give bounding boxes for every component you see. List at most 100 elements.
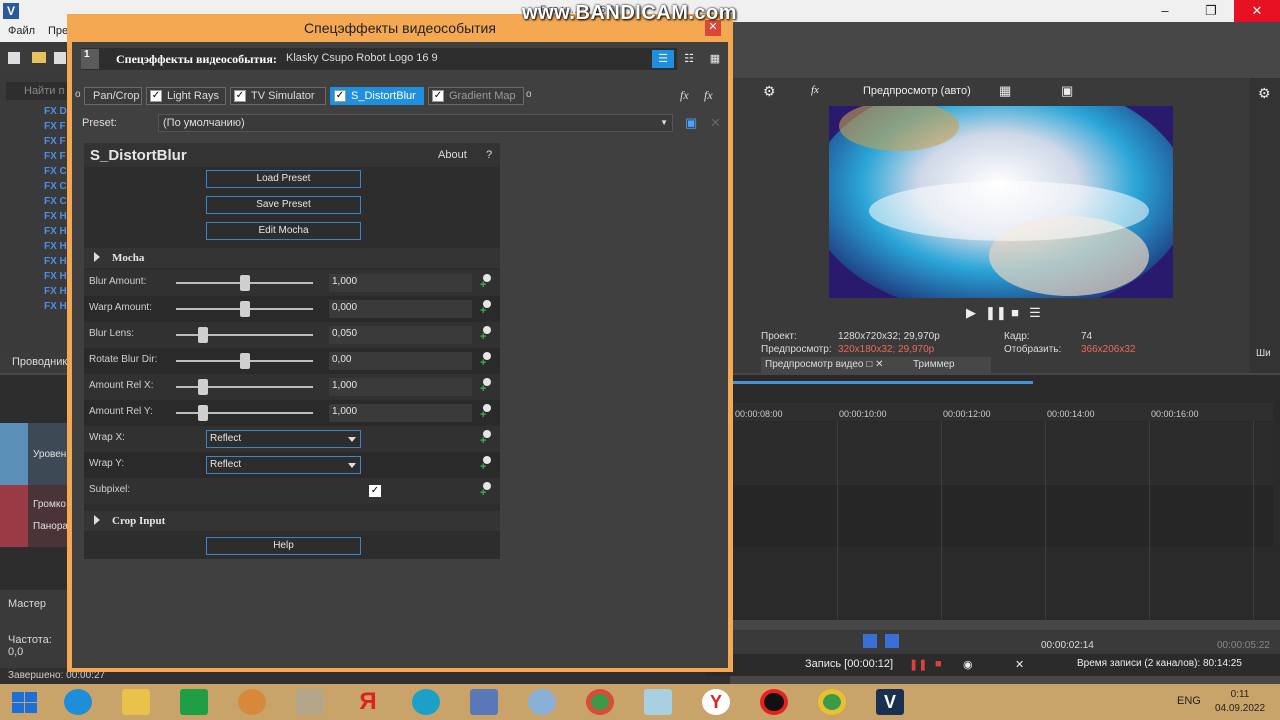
section-mocha[interactable]: Mocha <box>84 248 500 268</box>
load-preset-button[interactable]: Load Preset <box>206 170 361 188</box>
windows-start-icon[interactable] <box>12 692 38 714</box>
chain-item-tv-simulator[interactable]: ✓ TV Simulator <box>230 87 326 105</box>
close-window-button[interactable]: ✕ <box>1234 0 1280 22</box>
paint-palette-icon[interactable] <box>528 689 556 715</box>
slider-thumb[interactable] <box>198 327 209 343</box>
keyframe-icon[interactable]: + <box>480 352 494 369</box>
keyframe-icon[interactable]: + <box>480 404 494 421</box>
preset-select[interactable]: (По умолчанию) ▼ <box>158 114 673 132</box>
language-indicator[interactable]: ENG <box>1177 695 1201 707</box>
fx-item[interactable]: FX H <box>44 226 68 241</box>
fx-item[interactable]: FX C <box>44 196 68 211</box>
slider-thumb[interactable] <box>198 405 209 421</box>
fx-item[interactable]: FX H <box>44 301 68 316</box>
stop-button[interactable]: ■ <box>1007 306 1023 320</box>
help-button[interactable]: Help <box>206 537 361 555</box>
timeline-ruler[interactable]: 00:00:08:00 00:00:10:00 00:00:12:00 00:0… <box>733 403 1273 421</box>
wrap-y-select[interactable]: Reflect <box>206 456 361 474</box>
save-preset-button[interactable]: Save Preset <box>206 196 361 214</box>
fx-item[interactable]: FX H <box>44 241 68 256</box>
camera-icon[interactable]: ◉ <box>963 658 973 671</box>
fx-item[interactable]: FX F <box>44 151 68 166</box>
fx-item[interactable]: FX F <box>44 136 68 151</box>
chain-start-handle[interactable]: o <box>75 89 81 100</box>
blur-lens-slider[interactable] <box>176 334 313 336</box>
paint-icon[interactable] <box>238 689 266 715</box>
vegas-pro-icon[interactable]: V <box>876 689 904 715</box>
preview-mode-select[interactable]: Предпросмотр (авто) <box>863 85 971 97</box>
yandex-browser-icon[interactable]: Я <box>354 689 382 715</box>
keyframe-icon[interactable]: + <box>480 378 494 395</box>
fx-icon[interactable]: fx <box>811 84 819 96</box>
menu-file[interactable]: Файл <box>8 25 35 37</box>
app-icon[interactable] <box>296 689 324 715</box>
menu-preview[interactable]: Пре <box>48 25 68 37</box>
video-track-lane[interactable] <box>733 423 1273 485</box>
rotate-blur-dir-value-field[interactable]: 0,00 <box>329 352 472 370</box>
fx-item[interactable]: FX H <box>44 286 68 301</box>
close-icon[interactable]: ✕ <box>1015 658 1024 671</box>
settings-gear-icon[interactable]: ⚙ <box>763 83 776 100</box>
subpixel-checkbox[interactable]: ✓ <box>369 485 381 497</box>
fx-item[interactable]: FX D <box>44 106 68 121</box>
chain-item-light-rays[interactable]: ✓ Light Rays <box>146 87 226 105</box>
yandex-icon[interactable]: Y <box>702 689 730 715</box>
loop-region[interactable] <box>733 381 1033 384</box>
wrap-x-select[interactable]: Reflect <box>206 430 361 448</box>
keyframe-icon[interactable]: + <box>480 274 494 291</box>
maximize-button[interactable]: ❐ <box>1188 0 1234 22</box>
enable-checkbox[interactable]: ✓ <box>334 90 346 102</box>
tab-explorer[interactable]: Проводник <box>0 353 68 373</box>
fx-item[interactable]: FX C <box>44 181 68 196</box>
edit-mocha-button[interactable]: Edit Mocha <box>206 222 361 240</box>
chain-item-pan-crop[interactable]: Pan/Crop <box>84 87 142 105</box>
audio-track-lane[interactable] <box>733 485 1273 547</box>
enable-checkbox[interactable]: ✓ <box>234 90 246 102</box>
amount-rel-x-slider[interactable] <box>176 386 313 388</box>
app-icon[interactable] <box>470 689 498 715</box>
slider-thumb[interactable] <box>239 353 250 369</box>
auto-ripple-icon[interactable] <box>885 634 899 648</box>
warp-amount-value-field[interactable]: 0,000 <box>329 300 472 318</box>
fx-item[interactable]: FX F <box>44 121 68 136</box>
gear-icon[interactable]: ⚙ <box>1258 85 1271 102</box>
pause-record-button[interactable]: ❚❚ <box>909 658 927 671</box>
slider-thumb[interactable] <box>239 275 250 291</box>
fx-chain-icon[interactable]: fx <box>680 88 689 103</box>
open-folder-icon[interactable] <box>32 52 46 63</box>
save-preset-icon[interactable]: ▣ <box>685 115 697 131</box>
blur-amount-value-field[interactable]: 1,000 <box>329 274 472 292</box>
chrome-icon[interactable] <box>818 689 846 715</box>
chain-item-s-distortblur[interactable]: ✓ S_DistortBlur <box>330 87 424 105</box>
store-icon[interactable] <box>180 689 208 715</box>
amount-rel-y-value-field[interactable]: 1,000 <box>329 404 472 422</box>
chain-item-gradient-map[interactable]: ✓ Gradient Map <box>428 87 524 105</box>
minimize-button[interactable]: – <box>1142 0 1188 22</box>
keyframe-icon[interactable]: + <box>480 456 494 473</box>
stop-record-button[interactable]: ■ <box>935 658 942 670</box>
blur-lens-value-field[interactable]: 0,050 <box>329 326 472 344</box>
edge-icon[interactable] <box>412 689 440 715</box>
save-snapshot-icon[interactable]: ▣ <box>1061 83 1073 99</box>
file-explorer-icon[interactable] <box>122 689 150 715</box>
grid-view-button[interactable]: ▦ <box>704 50 726 68</box>
overlay-grid-icon[interactable]: ▦ <box>999 83 1011 99</box>
audio-track-header[interactable]: Громко Панора <box>0 485 68 547</box>
amount-rel-x-value-field[interactable]: 1,000 <box>329 378 472 396</box>
tab-video-preview[interactable]: Предпросмотр видео □ ✕ <box>761 357 991 373</box>
app-icon[interactable] <box>644 689 672 715</box>
about-link[interactable]: About <box>438 149 467 161</box>
menu-icon[interactable]: ☰ <box>1027 306 1043 320</box>
keyframe-icon[interactable]: + <box>480 326 494 343</box>
keyframe-icon[interactable]: + <box>480 430 494 447</box>
keyframe-icon[interactable]: + <box>480 482 494 499</box>
slider-thumb[interactable] <box>198 379 209 395</box>
help-question-button[interactable]: ? <box>486 149 492 161</box>
amount-rel-y-slider[interactable] <box>176 412 313 414</box>
section-crop-input[interactable]: Crop Input <box>84 511 500 531</box>
tab-trimmer[interactable]: Триммер <box>913 359 955 370</box>
fx-item[interactable]: FX H <box>44 211 68 226</box>
chrome-icon[interactable] <box>586 689 614 715</box>
enable-checkbox[interactable]: ✓ <box>150 90 162 102</box>
keyframe-icon[interactable]: + <box>480 300 494 317</box>
